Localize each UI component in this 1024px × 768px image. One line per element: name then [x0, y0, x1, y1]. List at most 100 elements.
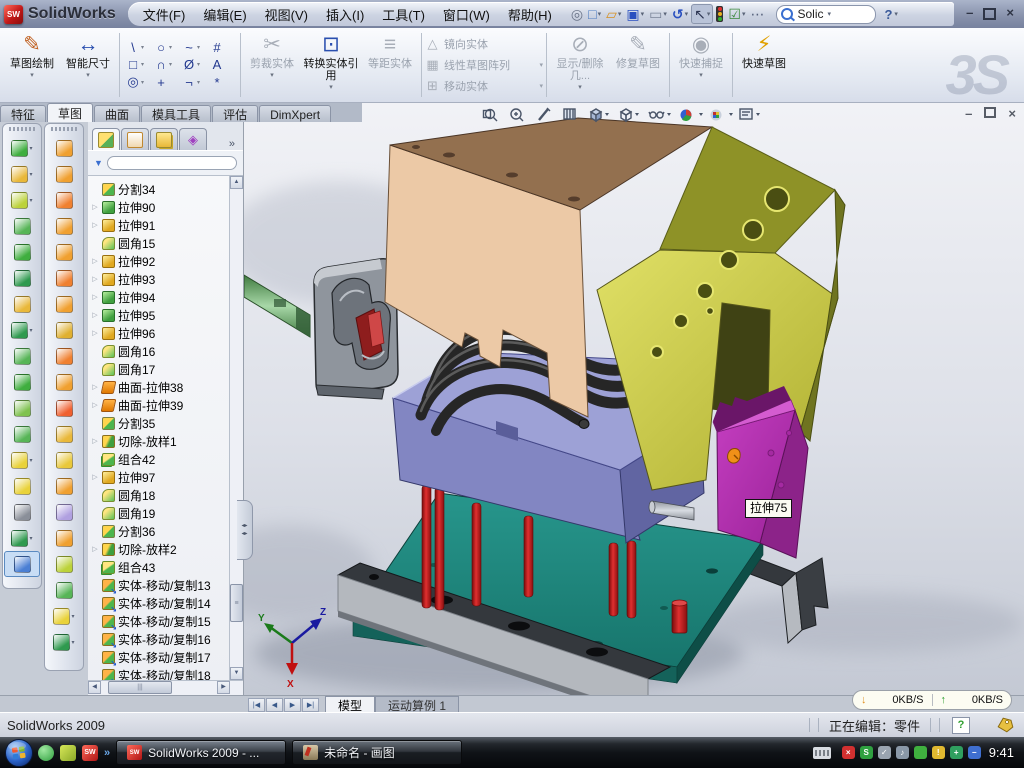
ruled-surface-button[interactable]: [46, 369, 82, 395]
fillet-button[interactable]: ▾: [4, 187, 40, 213]
system-warning-icon[interactable]: !: [932, 746, 945, 759]
tab-曲面[interactable]: 曲面: [94, 105, 140, 122]
search-input[interactable]: Solic: [797, 7, 823, 21]
extruded-cut-button[interactable]: ▾: [4, 161, 40, 187]
delete-face-button[interactable]: [46, 395, 82, 421]
print-dropdown-icon[interactable]: ▾: [663, 10, 667, 18]
toolbar-grip[interactable]: [51, 127, 77, 131]
sketch-entity-button[interactable]: *: [209, 74, 235, 90]
trim-dropdown-icon[interactable]: ▾: [270, 71, 274, 79]
sketch-entity-button[interactable]: ∩▾: [153, 57, 179, 72]
certificate-badge-icon[interactable]: ✓: [878, 746, 891, 759]
repair-sketch-button[interactable]: ✎ 修复草图: [610, 30, 666, 100]
apply-scene-button[interactable]: [711, 110, 734, 121]
hole-wizard-button[interactable]: [4, 291, 40, 317]
featuremanager-tab[interactable]: [92, 128, 120, 150]
new-file-button[interactable]: □▾: [586, 5, 603, 23]
tree-item[interactable]: ▷拉伸94: [88, 288, 229, 306]
extend-surface-button[interactable]: [46, 317, 82, 343]
tree-item[interactable]: ▷切除-放样2: [88, 540, 229, 558]
sketch-entity-button[interactable]: A: [209, 57, 235, 72]
minimize-button[interactable]: –: [966, 5, 973, 23]
tree-item[interactable]: 圆角19: [88, 504, 229, 522]
filter-input[interactable]: [107, 156, 237, 170]
close-button[interactable]: ×: [1006, 5, 1014, 23]
swept-boss-button[interactable]: [4, 213, 40, 239]
graphics-area[interactable]: Y Z X: [244, 103, 1024, 695]
undo-button[interactable]: ↺▾: [670, 5, 690, 23]
expand-arrow-icon[interactable]: ▷: [91, 545, 99, 553]
scroll-left-button[interactable]: ◀: [88, 681, 101, 694]
sketch-entity-button[interactable]: □▾: [125, 57, 151, 72]
linear-sketch-pattern-button[interactable]: ▦ 线性草图阵列 ▾: [425, 55, 543, 75]
extruded-boss-dropdown-icon[interactable]: ▾: [29, 145, 32, 152]
menu-item[interactable]: 编辑(E): [194, 3, 255, 26]
new-file-dropdown-icon[interactable]: ▾: [598, 10, 602, 18]
fillet-dropdown-icon[interactable]: ▾: [29, 197, 32, 204]
revolved-surface-button[interactable]: [46, 161, 82, 187]
configurationmanager-tab[interactable]: [150, 128, 178, 150]
move-entities-button[interactable]: ⊞ 移动实体 ▾: [425, 76, 543, 96]
display-delete-relations-button[interactable]: ⊘ 显示/删除几... ▾: [550, 30, 610, 100]
tree-item[interactable]: 圆角16: [88, 342, 229, 360]
messenger-icon[interactable]: [38, 745, 54, 761]
quick-snaps-dropdown-icon[interactable]: ▾: [699, 71, 703, 79]
tree-item[interactable]: 分割34: [88, 180, 229, 198]
tree-item[interactable]: ▷切除-放样1: [88, 432, 229, 450]
tree-item[interactable]: ▷拉伸96: [88, 324, 229, 342]
tree-item[interactable]: ▷拉伸91: [88, 216, 229, 234]
expand-arrow-icon[interactable]: ▷: [91, 473, 99, 481]
tab-评估[interactable]: 评估: [212, 105, 258, 122]
sketch-entity-button[interactable]: ◎▾: [125, 74, 151, 90]
split-body-button[interactable]: [4, 395, 40, 421]
task-button[interactable]: SWSolidWorks 2009 - ...: [116, 740, 286, 765]
tree-item[interactable]: 组合43: [88, 558, 229, 576]
entity-dropdown-icon[interactable]: ▾: [141, 61, 144, 68]
panel-splitter-handle[interactable]: ◂▸◂▸: [237, 500, 253, 560]
solidworks-shortcut-icon[interactable]: SW: [82, 745, 98, 761]
tree-item[interactable]: 实体-移动/复制15: [88, 612, 229, 630]
keyboard-layout-icon[interactable]: [813, 747, 831, 759]
help-icon[interactable]: ?: [884, 7, 892, 22]
save-button[interactable]: ▣▾: [624, 5, 646, 23]
extruded-cut-dropdown-icon[interactable]: ▾: [29, 171, 32, 178]
display-delete-dropdown-icon[interactable]: ▾: [578, 83, 582, 91]
tree-item[interactable]: 圆角15: [88, 234, 229, 252]
open-file-button[interactable]: ▱▾: [604, 5, 623, 23]
sketch-entity-button[interactable]: Ø▾: [181, 57, 207, 72]
shield-plus-icon[interactable]: +: [950, 746, 963, 759]
tab-nav-button[interactable]: ▶: [284, 698, 301, 712]
options-button[interactable]: ☑▾: [726, 5, 747, 23]
part-stop-pin[interactable]: [672, 600, 687, 633]
untrim-surface-button[interactable]: [46, 473, 82, 499]
options-dropdown-icon[interactable]: ▾: [742, 10, 746, 18]
expand-arrow-icon[interactable]: ▷: [91, 275, 99, 283]
tab-nav-button[interactable]: |◀: [248, 698, 265, 712]
convert-entities-button[interactable]: ⊡ 转换实体引用 ▾: [300, 30, 362, 100]
quick-tips-icon[interactable]: ?: [952, 717, 970, 734]
freeform-surface-button[interactable]: [46, 213, 82, 239]
overflow-button[interactable]: ⋯: [748, 5, 766, 23]
undo-dropdown-icon[interactable]: ▾: [685, 10, 689, 18]
edit-appearance-button[interactable]: [681, 110, 704, 122]
replace-face-button[interactable]: [46, 421, 82, 447]
entity-dropdown-icon[interactable]: ▾: [141, 44, 144, 51]
parting-line-button[interactable]: [46, 499, 82, 525]
move-copy-body-button[interactable]: [4, 421, 40, 447]
network-signal-icon[interactable]: [914, 746, 927, 759]
doc-restore-button[interactable]: [984, 107, 996, 121]
antivirus-alert-icon[interactable]: ×: [842, 746, 855, 759]
view-settings-button[interactable]: [740, 109, 760, 119]
doc-tab-模型[interactable]: 模型: [325, 696, 375, 713]
tree-item[interactable]: 圆角17: [88, 360, 229, 378]
sketch-entity-button[interactable]: #: [209, 40, 235, 55]
expand-arrow-icon[interactable]: ▷: [91, 293, 99, 301]
propertymanager-tab[interactable]: [121, 128, 149, 150]
scroll-right-button[interactable]: ▶: [217, 681, 230, 694]
convert-dropdown-icon[interactable]: ▾: [329, 83, 333, 91]
tab-nav-button[interactable]: ◀: [266, 698, 283, 712]
expand-arrow-icon[interactable]: ▷: [91, 311, 99, 319]
lofted-boss-button[interactable]: [4, 239, 40, 265]
doc-close-button[interactable]: ×: [1008, 107, 1016, 121]
menu-item[interactable]: 窗口(W): [434, 3, 499, 26]
